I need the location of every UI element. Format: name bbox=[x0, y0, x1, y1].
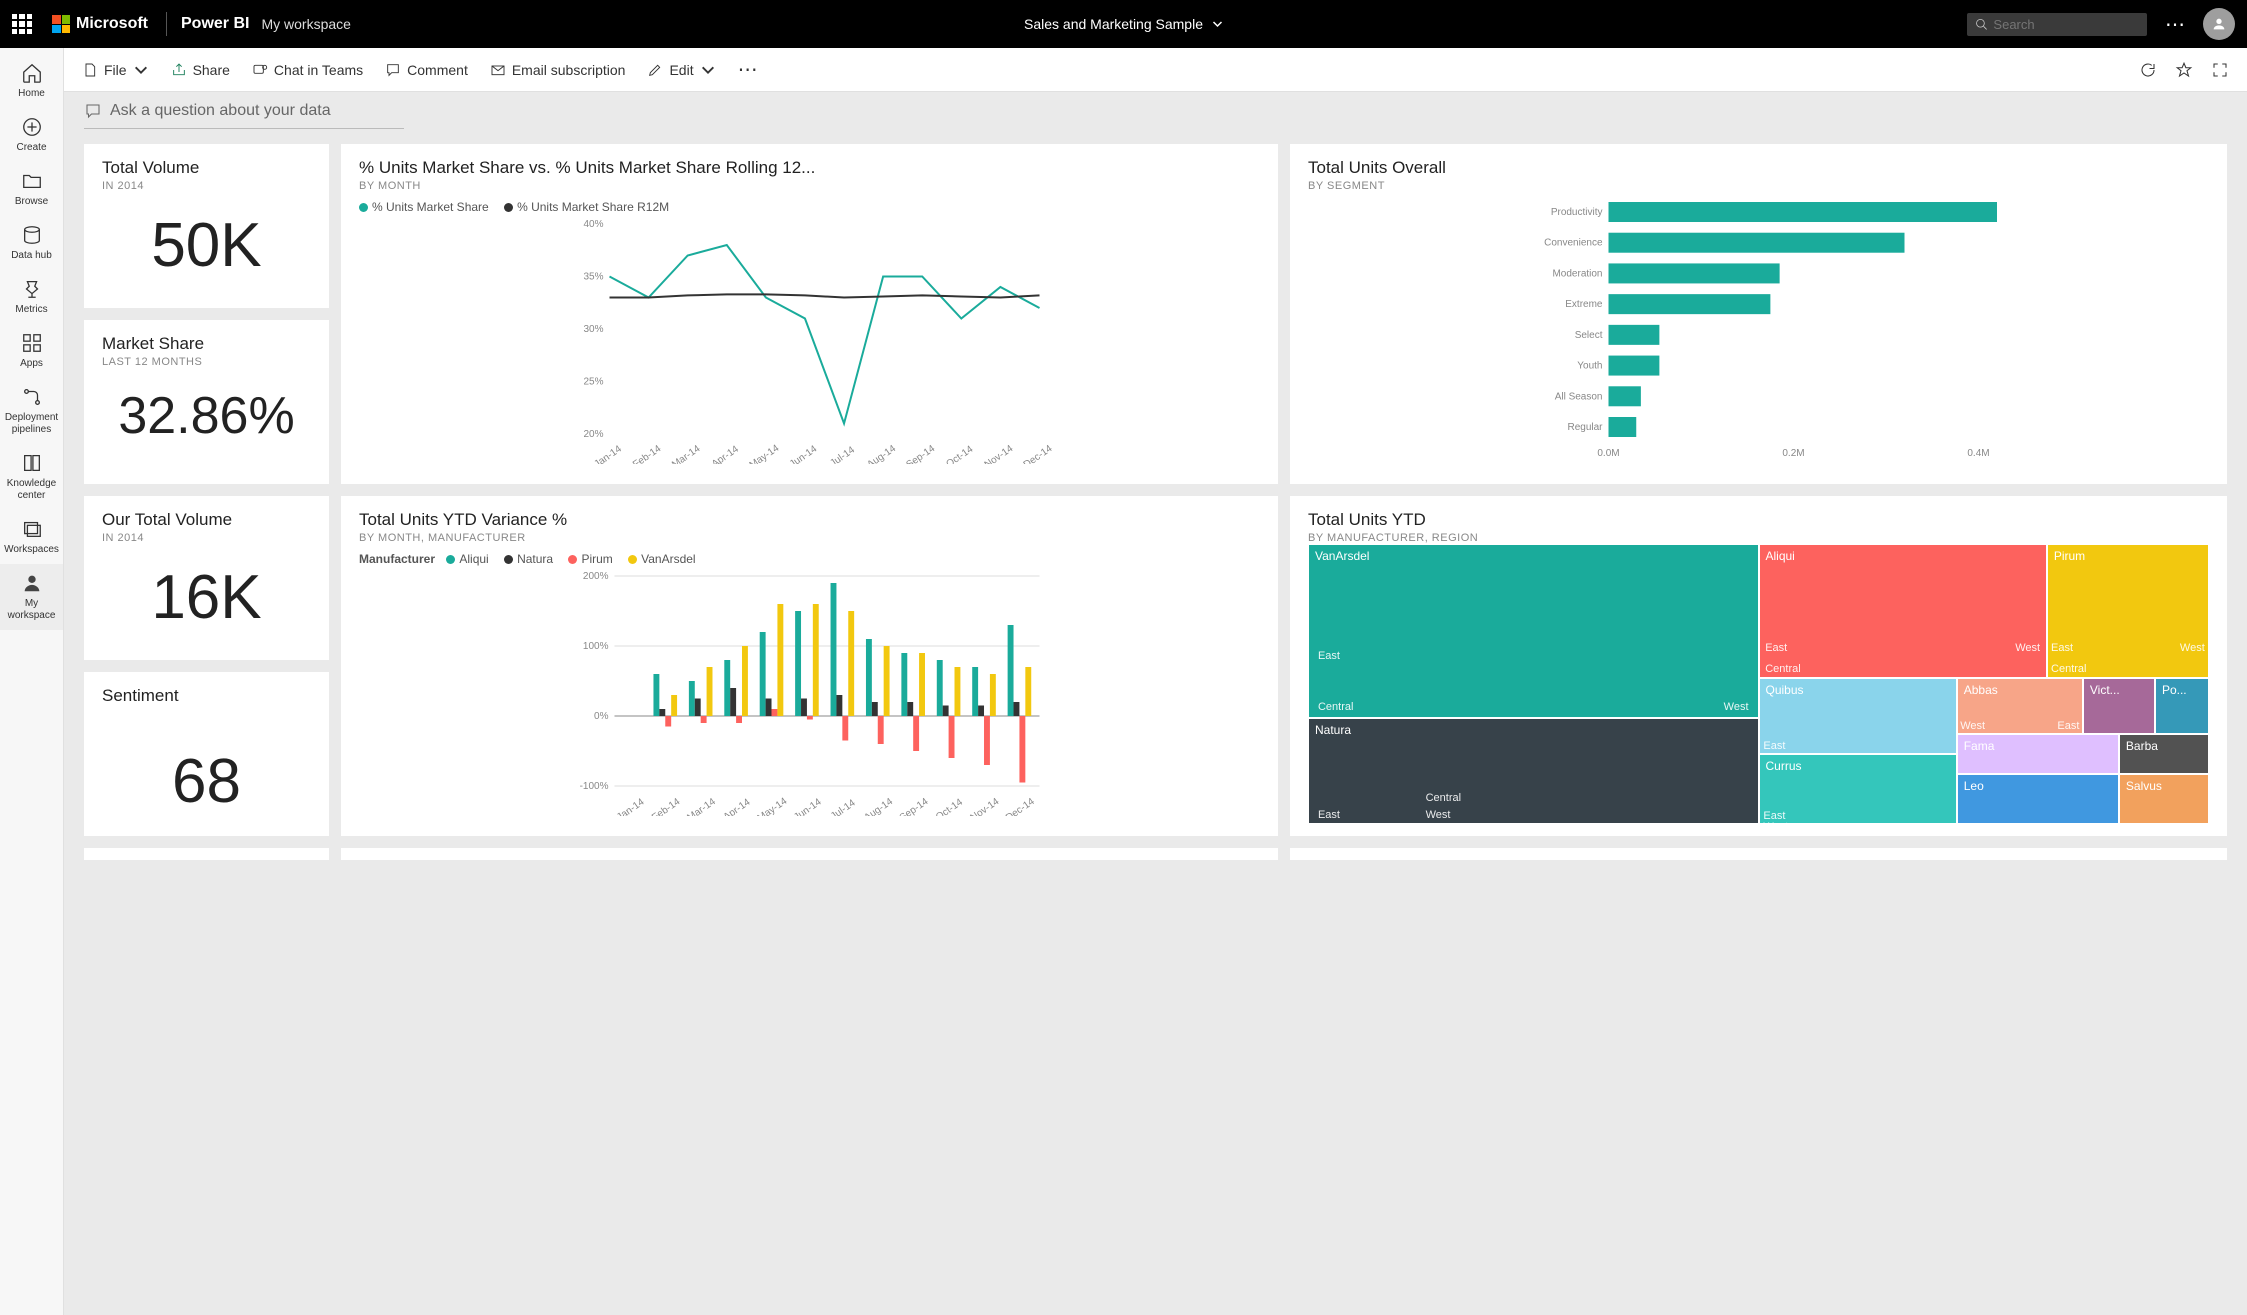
fullscreen-icon[interactable] bbox=[2211, 61, 2229, 79]
comment-button[interactable]: Comment bbox=[385, 62, 468, 78]
svg-text:20%: 20% bbox=[583, 429, 603, 440]
svg-text:Moderation: Moderation bbox=[1552, 268, 1602, 279]
chevron-down-icon bbox=[1211, 18, 1223, 30]
workspace-name[interactable]: My workspace bbox=[261, 16, 350, 32]
nav-browse[interactable]: Browse bbox=[0, 162, 63, 216]
svg-text:Mar-14: Mar-14 bbox=[685, 796, 718, 816]
tile-treemap[interactable]: Total Units YTD BY MANUFACTURER, REGION … bbox=[1290, 496, 2227, 836]
svg-text:Jan-14: Jan-14 bbox=[615, 796, 647, 816]
svg-text:Jul-14: Jul-14 bbox=[828, 444, 857, 464]
svg-text:Extreme: Extreme bbox=[1565, 299, 1603, 310]
tile-sentiment[interactable]: Sentiment 68 bbox=[84, 672, 329, 836]
hbar-chart: Productivity Convenience Moderation Extreme… bbox=[1308, 192, 2209, 462]
svg-text:Dec-14: Dec-14 bbox=[1004, 796, 1037, 816]
more-options-icon[interactable]: ⋯ bbox=[2165, 12, 2185, 37]
svg-text:Feb-14: Feb-14 bbox=[650, 796, 683, 816]
action-toolbar: File Share Chat in Teams Comment Email s… bbox=[64, 48, 2247, 92]
svg-text:Feb-14: Feb-14 bbox=[631, 443, 664, 464]
dashboard-canvas: Total Volume IN 2014 50K Market Share LA… bbox=[64, 132, 2247, 1315]
svg-text:Youth: Youth bbox=[1577, 361, 1602, 372]
nav-datahub[interactable]: Data hub bbox=[0, 216, 63, 270]
svg-text:Nov-14: Nov-14 bbox=[969, 796, 1002, 816]
svg-text:All Season: All Season bbox=[1555, 391, 1603, 402]
svg-text:Oct-14: Oct-14 bbox=[934, 797, 965, 816]
nav-knowledge[interactable]: Knowledge center bbox=[0, 444, 63, 510]
svg-text:May-14: May-14 bbox=[748, 443, 782, 464]
tile-line-chart[interactable]: % Units Market Share vs. % Units Market … bbox=[341, 144, 1278, 484]
treemap-chart: VanArsdelEastCentralWestNaturaEastCentra… bbox=[1308, 544, 2209, 824]
product-name[interactable]: Power BI bbox=[181, 15, 249, 33]
svg-text:Nov-14: Nov-14 bbox=[983, 443, 1016, 464]
chat-teams-button[interactable]: Chat in Teams bbox=[252, 62, 363, 78]
svg-text:35%: 35% bbox=[583, 272, 603, 283]
svg-text:Mar-14: Mar-14 bbox=[670, 443, 703, 464]
svg-text:Aug-14: Aug-14 bbox=[862, 796, 895, 816]
tile-our-volume[interactable]: Our Total Volume IN 2014 16K bbox=[84, 496, 329, 660]
nav-home[interactable]: Home bbox=[0, 54, 63, 108]
nav-metrics[interactable]: Metrics bbox=[0, 270, 63, 324]
user-avatar[interactable] bbox=[2203, 8, 2235, 40]
refresh-icon[interactable] bbox=[2139, 61, 2157, 79]
qna-input[interactable]: Ask a question about your data bbox=[84, 96, 404, 129]
svg-text:Sep-14: Sep-14 bbox=[898, 796, 931, 816]
nav-my-workspace[interactable]: My workspace bbox=[0, 564, 63, 630]
email-subscription-button[interactable]: Email subscription bbox=[490, 62, 626, 78]
app-launcher-icon[interactable] bbox=[12, 14, 32, 34]
svg-text:0%: 0% bbox=[594, 711, 609, 722]
tile-hbar-chart[interactable]: Total Units Overall BY SEGMENT Productiv… bbox=[1290, 144, 2227, 484]
tile-market-share[interactable]: Market Share LAST 12 MONTHS 32.86% bbox=[84, 320, 329, 484]
svg-text:Productivity: Productivity bbox=[1551, 207, 1603, 218]
chevron-down-icon bbox=[133, 62, 149, 78]
search-icon bbox=[1975, 17, 1987, 31]
microsoft-logo: Microsoft bbox=[52, 15, 148, 33]
nav-create[interactable]: Create bbox=[0, 108, 63, 162]
svg-text:0.2M: 0.2M bbox=[1782, 448, 1804, 459]
svg-text:Jun-14: Jun-14 bbox=[788, 443, 820, 464]
svg-text:30%: 30% bbox=[583, 324, 603, 335]
svg-text:Convenience: Convenience bbox=[1544, 238, 1603, 249]
nav-pipelines[interactable]: Deployment pipelines bbox=[0, 378, 63, 444]
svg-text:Apr-14: Apr-14 bbox=[722, 797, 753, 816]
svg-text:200%: 200% bbox=[583, 571, 609, 582]
svg-text:Regular: Regular bbox=[1567, 422, 1603, 433]
svg-text:Apr-14: Apr-14 bbox=[710, 444, 741, 464]
svg-text:Jul-14: Jul-14 bbox=[829, 797, 858, 816]
svg-text:Sep-14: Sep-14 bbox=[904, 443, 937, 464]
svg-text:100%: 100% bbox=[583, 641, 609, 652]
line-chart: 40% 35% 30% 25% 20% Jan-14 Feb-14 Mar-14 Apr-14 M… bbox=[359, 214, 1260, 464]
svg-text:Jan-14: Jan-14 bbox=[592, 443, 624, 464]
nav-apps[interactable]: Apps bbox=[0, 324, 63, 378]
share-button[interactable]: Share bbox=[171, 62, 230, 78]
file-menu[interactable]: File bbox=[82, 62, 149, 78]
tile-total-volume[interactable]: Total Volume IN 2014 50K bbox=[84, 144, 329, 308]
vbar-chart: -100% 0% 100% 200% Jan-14Feb-14Mar-14Apr-14M… bbox=[359, 566, 1260, 816]
favorite-icon[interactable] bbox=[2175, 61, 2193, 79]
svg-text:-100%: -100% bbox=[580, 781, 609, 792]
svg-text:Aug-14: Aug-14 bbox=[865, 443, 898, 464]
svg-text:40%: 40% bbox=[583, 219, 603, 230]
top-bar: Microsoft Power BI My workspace Sales an… bbox=[0, 0, 2247, 48]
svg-text:Oct-14: Oct-14 bbox=[944, 444, 975, 464]
svg-text:0.0M: 0.0M bbox=[1597, 448, 1619, 459]
svg-text:25%: 25% bbox=[583, 377, 603, 388]
qna-bar: Ask a question about your data bbox=[64, 92, 2247, 132]
svg-text:0.4M: 0.4M bbox=[1967, 448, 1989, 459]
tile-vbar-chart[interactable]: Total Units YTD Variance % BY MONTH, MAN… bbox=[341, 496, 1278, 836]
svg-text:Dec-14: Dec-14 bbox=[1022, 443, 1055, 464]
toolbar-more-icon[interactable]: ⋯ bbox=[738, 57, 758, 82]
svg-text:Jun-14: Jun-14 bbox=[792, 796, 824, 816]
nav-workspaces[interactable]: Workspaces bbox=[0, 510, 63, 564]
edit-menu[interactable]: Edit bbox=[647, 62, 715, 78]
comment-icon bbox=[84, 102, 102, 120]
chevron-down-icon bbox=[700, 62, 716, 78]
report-title-dropdown[interactable]: Sales and Marketing Sample bbox=[1024, 16, 1223, 32]
svg-text:May-14: May-14 bbox=[756, 796, 790, 816]
svg-text:Select: Select bbox=[1575, 330, 1603, 341]
search-input[interactable] bbox=[1967, 13, 2147, 36]
left-nav: Home Create Browse Data hub Metrics Apps… bbox=[0, 48, 64, 1315]
